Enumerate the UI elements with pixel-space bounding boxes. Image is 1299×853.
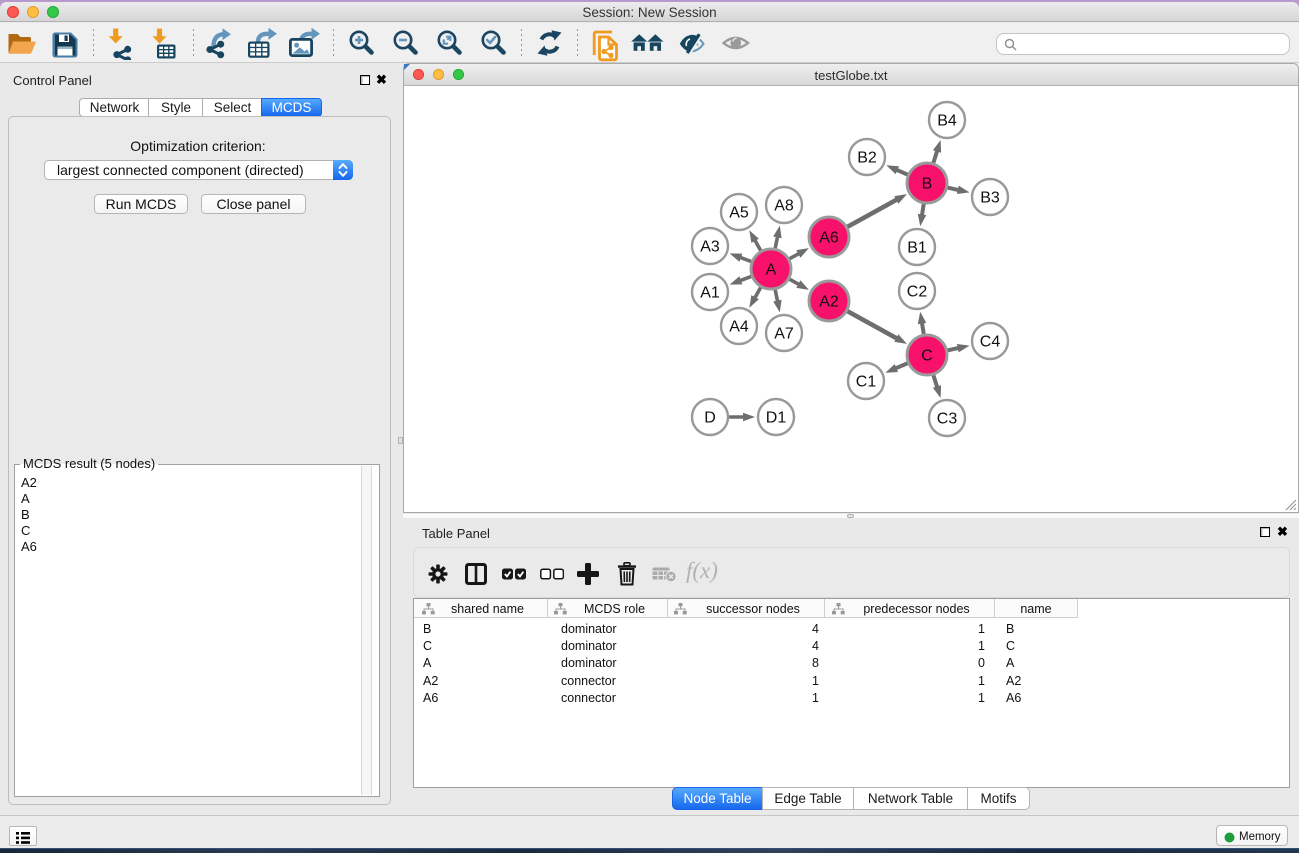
svg-text:C: C [921, 348, 933, 365]
svg-text:C4: C4 [980, 334, 1001, 351]
svg-text:C2: C2 [907, 284, 928, 301]
svg-text:B3: B3 [980, 190, 1000, 207]
svg-text:B2: B2 [857, 150, 877, 167]
svg-text:A2: A2 [819, 294, 839, 311]
svg-text:D1: D1 [766, 410, 787, 427]
svg-text:B1: B1 [907, 240, 927, 257]
svg-text:A4: A4 [729, 319, 749, 336]
svg-text:D: D [704, 410, 716, 427]
svg-text:C1: C1 [856, 374, 877, 391]
svg-text:B: B [922, 176, 933, 193]
svg-text:A8: A8 [774, 198, 794, 215]
svg-text:A1: A1 [700, 285, 720, 302]
svg-text:A5: A5 [729, 205, 749, 222]
svg-text:C3: C3 [937, 411, 958, 428]
svg-text:A: A [766, 262, 777, 279]
svg-text:A6: A6 [819, 230, 839, 247]
svg-text:B4: B4 [937, 113, 957, 130]
svg-text:A7: A7 [774, 326, 794, 343]
svg-text:A3: A3 [700, 239, 720, 256]
